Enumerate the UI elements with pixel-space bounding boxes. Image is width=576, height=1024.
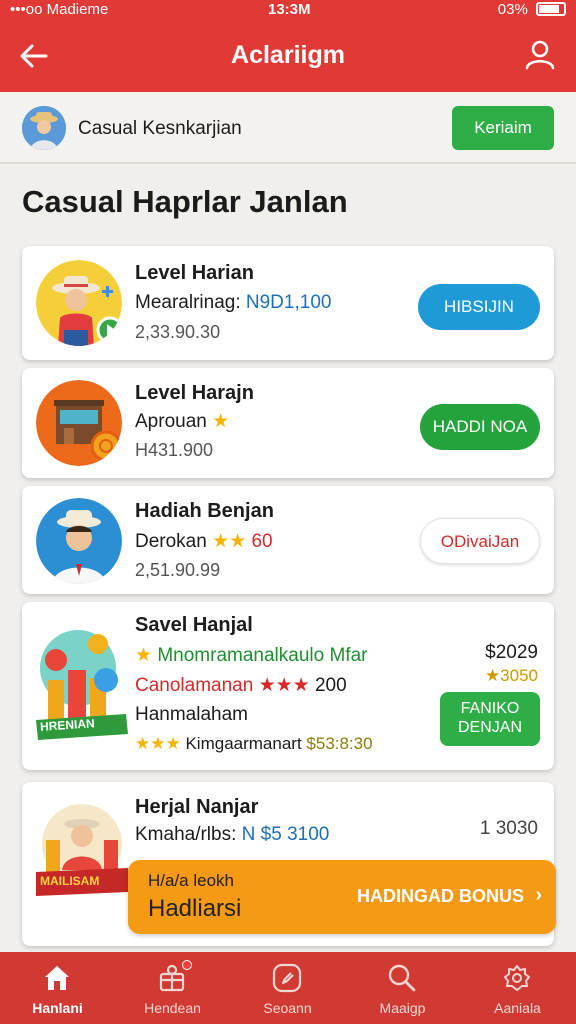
card-line5: ★★★ Kimgaarmanart $53:8:30: [135, 734, 373, 754]
reward-card-2[interactable]: Level Harajn Aprouan ★ H431.900 HADDI NO…: [22, 368, 554, 478]
card-thumbnail: [36, 260, 122, 346]
battery-percent: 03%: [497, 1, 528, 18]
card-line2: Mearalrinag: N9D1,100: [135, 292, 331, 314]
reward-card-4[interactable]: HRENIAN Savel Hanjal ★ Mnomramanalkaulo …: [22, 602, 554, 770]
card-line3-value: 200: [314, 675, 347, 696]
card-line2-label: Mearalrinag:: [135, 292, 241, 313]
bonus-subtitle: H/a/a leokh: [148, 871, 234, 890]
card-line5-label: Kimgaarmanart: [185, 734, 302, 753]
card-thumbnail: [36, 380, 122, 466]
bonus-banner[interactable]: H/a/a leokh Hadliarsi HADINGAD BONUS ›: [128, 860, 556, 934]
card-line2: ★ Mnomramanalkaulo Mfar: [135, 644, 367, 667]
card-title: Savel Hanjal: [135, 614, 253, 636]
reward-card-1[interactable]: Level Harian Mearalrinag: N9D1,100 2,33.…: [22, 246, 554, 360]
card-line3: 2,33.90.30: [135, 322, 221, 342]
card-line5-value: $53:8:30: [306, 734, 373, 753]
card-line2: Aprouan ★: [135, 410, 229, 433]
reward-card-3[interactable]: Hadiah Benjan Derokan ★★ 60 2,51.90.99 O…: [22, 486, 554, 594]
status-bar: •••oo Madieme 13:3M 03%: [0, 0, 576, 20]
home-icon: [45, 966, 69, 990]
card-line2-value: 60: [251, 531, 273, 552]
card-thumbnail-label: MAILISAM: [40, 874, 100, 888]
card-line3: Canolamanan ★★★ 200: [135, 674, 347, 697]
card-price: 1 3030: [479, 818, 538, 839]
card-thumbnail: [36, 498, 122, 584]
settings-icon: [504, 965, 530, 991]
user-icon[interactable]: [524, 38, 556, 70]
nav-bar: Aclariigm: [0, 24, 576, 86]
bonus-title: Hadliarsi: [148, 895, 242, 922]
card-line3-label: Canolamanan: [135, 675, 254, 696]
tab-settings[interactable]: Aaniala: [460, 952, 575, 1024]
compass-icon: [272, 963, 302, 993]
bottom-tab-bar: Hanlani Hendean Seoann Maaigp Aaniala: [0, 952, 576, 1024]
star-icon: ★★★: [258, 675, 310, 696]
tab-search[interactable]: Maaigp: [345, 952, 460, 1024]
card-price-secondary: ★3050: [484, 666, 538, 685]
card-line2-label: Kmaha/rlbs:: [135, 824, 237, 845]
section-title: Casual Haprlar Janlan: [22, 184, 348, 219]
app-header: •••oo Madieme 13:3M 03% Aclariigm: [0, 0, 576, 92]
clock: 13:3M: [268, 1, 311, 18]
card-line2-label: Aprouan: [135, 411, 207, 432]
tab-home[interactable]: Hanlani: [0, 952, 115, 1024]
card-line2-value: N $5 3100: [241, 824, 330, 845]
star-icon: ★: [135, 645, 153, 666]
profile-action-button[interactable]: Keriaim: [452, 106, 554, 150]
star-icon: ★★: [212, 531, 247, 552]
tab-explore[interactable]: Seoann: [230, 952, 345, 1024]
card-thumbnail: HRENIAN: [34, 622, 130, 752]
tab-gifts[interactable]: Hendean: [115, 952, 230, 1024]
card-title: Herjal Nanjar: [135, 796, 259, 818]
card-line3: H431.900: [135, 440, 214, 460]
card-thumbnail: MAILISAM: [32, 800, 132, 910]
tab-label: Aaniala: [494, 1000, 541, 1016]
tab-label: Hendean: [144, 1000, 201, 1016]
tab-label: Maaigp: [379, 1000, 426, 1016]
card-title: Level Harajn: [135, 382, 254, 404]
card-line2-label: Derokan: [135, 531, 207, 552]
page-title: Aclariigm: [231, 41, 345, 69]
search-icon: [388, 964, 416, 992]
profile-name: Casual Kesnkarjian: [78, 118, 242, 139]
card-cta-button[interactable]: HADDI NOA: [420, 404, 540, 450]
card-price: $2029: [485, 642, 538, 663]
tab-label: Hanlani: [32, 1000, 83, 1016]
card-line2-value: N9D1,100: [245, 292, 332, 313]
tab-label: Seoann: [263, 1000, 312, 1016]
profile-strip: Casual Kesnkarjian Keriaim: [0, 92, 576, 164]
cta-line-1: FANIKO: [460, 700, 520, 717]
card-cta-button[interactable]: HIBSIJIN: [418, 284, 540, 330]
card-cta-button[interactable]: ODivaiJan: [420, 518, 540, 564]
card-line3: 2,51.90.99: [135, 560, 221, 580]
card-line2: Derokan ★★ 60: [135, 530, 273, 553]
card-line2-text: Mnomramanalkaulo Mfar: [157, 645, 368, 666]
card-cta-button[interactable]: FANIKO DENJAN: [440, 692, 540, 746]
card-line2: Kmaha/rlbs: N $5 3100: [135, 824, 329, 846]
battery-icon: [536, 2, 566, 16]
cta-line-2: DENJAN: [457, 719, 522, 736]
battery-indicator: 03%: [498, 1, 566, 18]
star-icon: ★★★: [135, 734, 181, 753]
card-title: Level Harian: [135, 262, 254, 284]
chevron-right-icon: ›: [535, 884, 542, 906]
bonus-label: HADINGAD BONUS: [356, 886, 524, 906]
star-icon: ★: [212, 411, 230, 432]
avatar[interactable]: [22, 106, 66, 150]
card-line4: Hanmalaham: [135, 704, 248, 725]
carrier-label: •••oo Madieme: [10, 1, 109, 18]
card-title: Hadiah Benjan: [135, 500, 274, 522]
notification-dot: [182, 960, 192, 970]
